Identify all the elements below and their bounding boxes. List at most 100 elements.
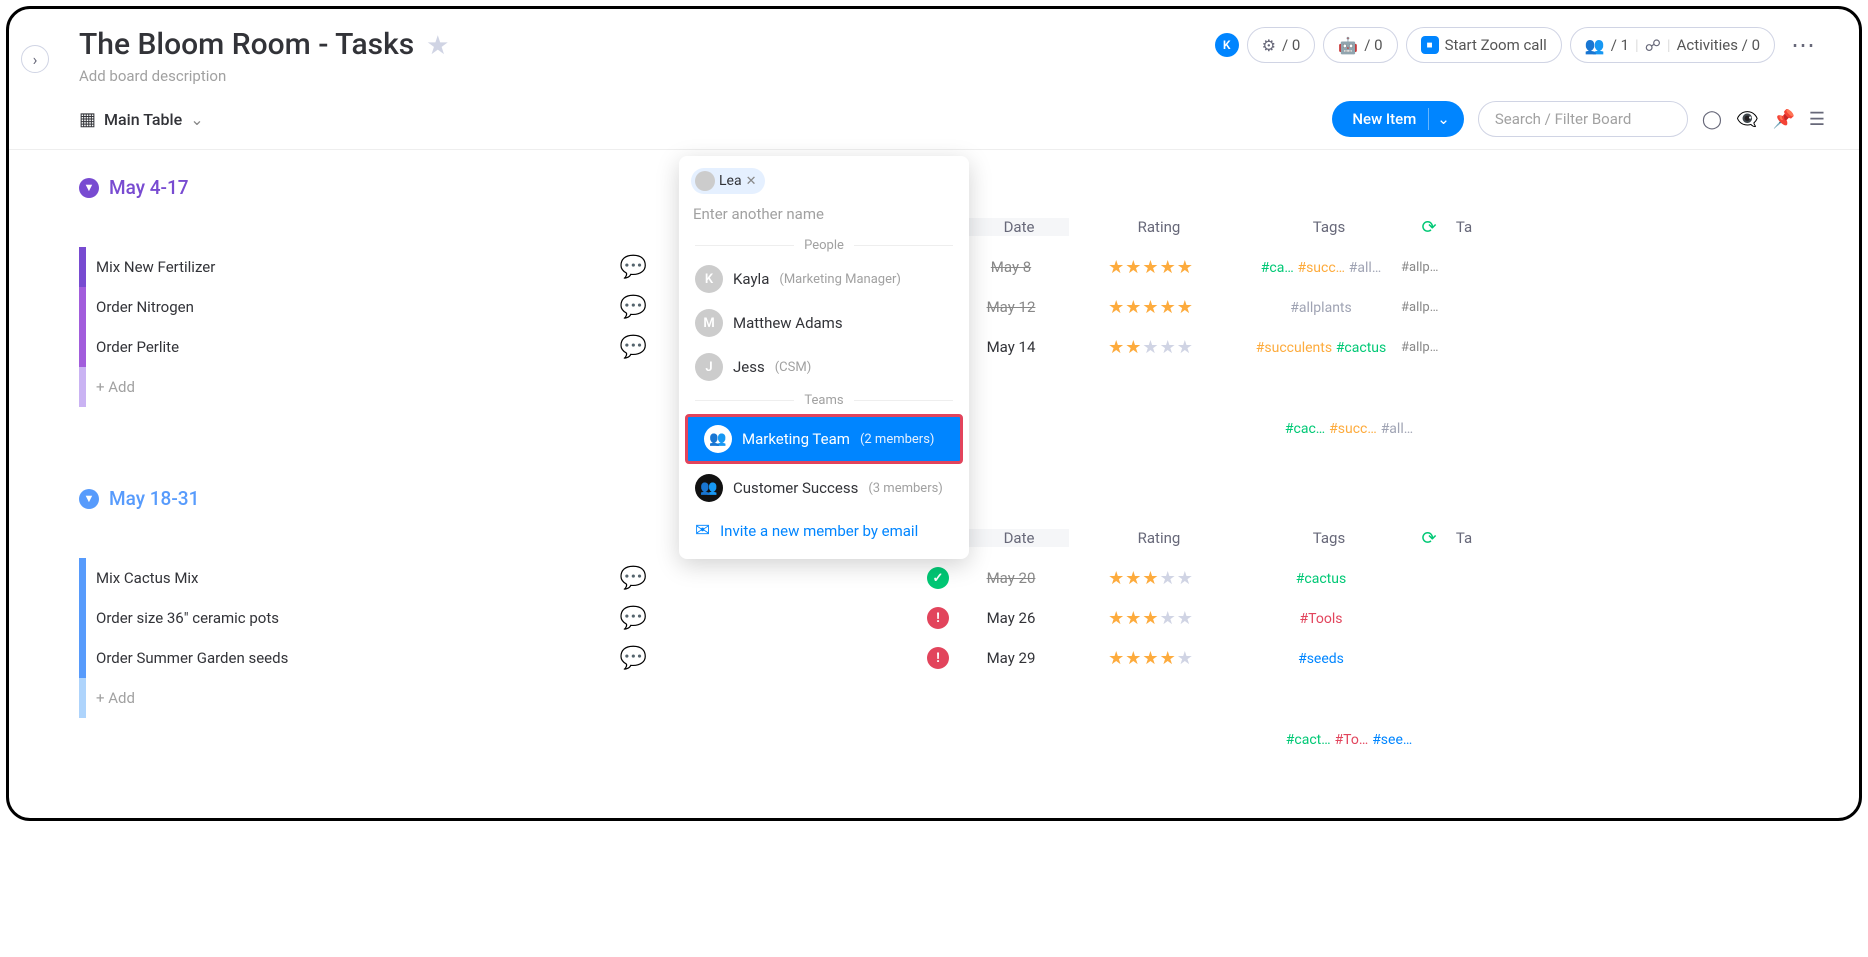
ta-cell[interactable]: #allp…	[1401, 300, 1441, 315]
item-name[interactable]: Order size 36" ceramic pots	[96, 609, 596, 627]
rating-cell[interactable]: ★★★★★	[1061, 608, 1241, 629]
col-rating[interactable]: Rating	[1069, 529, 1249, 547]
people-option[interactable]: JJess (CSM)	[679, 345, 969, 389]
col-date[interactable]: Date	[969, 529, 1069, 547]
tag[interactable]: #allplants	[1290, 300, 1351, 316]
ta-cell[interactable]: #allp…	[1401, 260, 1441, 275]
item-name[interactable]: Mix New Fertilizer	[96, 258, 596, 276]
tag[interactable]: #succ…	[1329, 421, 1377, 437]
rating-cell[interactable]: ★★★★★	[1061, 297, 1241, 318]
date-cell[interactable]: May 12	[961, 298, 1061, 316]
item-name[interactable]: Order Perlite	[96, 338, 596, 356]
tag[interactable]: #ca…	[1261, 260, 1294, 276]
date-cell[interactable]: May 8	[961, 258, 1061, 276]
favorite-star-icon[interactable]: ★	[426, 31, 449, 61]
tag[interactable]: #succ…	[1297, 260, 1345, 276]
tags-cell[interactable]: #succulents #cactus	[1241, 338, 1401, 356]
tag[interactable]: #all…	[1381, 421, 1413, 437]
col-ta[interactable]: Ta	[1449, 218, 1479, 236]
row-color-bar	[79, 598, 86, 638]
expand-handle[interactable]: ›	[21, 45, 49, 73]
col-sync-icon[interactable]: ⟳	[1409, 528, 1449, 549]
members-activity-pill[interactable]: 👥/ 1 | ☍ | Activities / 0	[1570, 27, 1775, 63]
tag[interactable]: #To…	[1335, 732, 1369, 748]
item-name[interactable]: Mix Cactus Mix	[96, 569, 596, 587]
table-row[interactable]: Mix Cactus Mix 💬 ✓ May 20 ★★★★★ #cactus	[79, 558, 1859, 598]
zoom-call-button[interactable]: ■Start Zoom call	[1406, 27, 1562, 63]
hide-icon[interactable]: 👁‍🗨	[1736, 109, 1758, 130]
tag[interactable]: #seeds	[1298, 651, 1344, 667]
rating-cell[interactable]: ★★★★★	[1061, 337, 1241, 358]
date-cell[interactable]: May 26	[961, 609, 1061, 627]
group-header[interactable]: ▼ May 4-17	[79, 176, 1859, 199]
collapse-icon[interactable]: ▼	[79, 489, 99, 509]
rating-cell[interactable]: ★★★★★	[1061, 648, 1241, 669]
tag[interactable]: #cactus	[1296, 571, 1346, 587]
chevron-down-icon[interactable]: ⌄	[1437, 110, 1458, 128]
item-name[interactable]: Order Summer Garden seeds	[96, 649, 596, 667]
tag[interactable]: #cactus	[1336, 340, 1386, 356]
filter-icon[interactable]: ☰	[1809, 109, 1825, 130]
tags-cell[interactable]: #cactus	[1241, 569, 1401, 587]
col-ta[interactable]: Ta	[1449, 529, 1479, 547]
board-description[interactable]: Add board description	[9, 67, 1859, 97]
tag[interactable]: #cact…	[1286, 732, 1331, 748]
col-tags[interactable]: Tags	[1249, 529, 1409, 547]
chat-icon[interactable]: 💬	[596, 606, 671, 631]
pin-icon[interactable]: 📌	[1772, 109, 1794, 130]
view-selector[interactable]: ▦ Main Table ⌄	[79, 109, 204, 130]
integrations-pill[interactable]: ⚙/ 0	[1247, 27, 1316, 63]
people-option[interactable]: KKayla (Marketing Manager)	[679, 257, 969, 301]
chat-icon[interactable]: 💬	[596, 335, 671, 360]
date-cell[interactable]: May 20	[961, 569, 1061, 587]
team-option[interactable]: 👥Marketing Team (2 members)	[685, 414, 963, 464]
people-option[interactable]: MMatthew Adams	[679, 301, 969, 345]
tag[interactable]: #cac…	[1285, 421, 1325, 437]
chat-icon[interactable]: 💬	[596, 566, 671, 591]
ta-cell[interactable]: #allp…	[1401, 340, 1441, 355]
board-member-avatar[interactable]: K	[1215, 33, 1239, 57]
search-input[interactable]: Search / Filter Board	[1478, 101, 1688, 137]
invite-member-link[interactable]: ✉Invite a new member by email	[679, 510, 969, 551]
item-name[interactable]: Order Nitrogen	[96, 298, 596, 316]
robot-icon: 🤖	[1338, 36, 1358, 55]
col-date[interactable]: Date	[969, 218, 1069, 236]
new-item-button[interactable]: New Item ⌄	[1332, 101, 1463, 137]
chat-icon[interactable]: 💬	[596, 646, 671, 671]
col-tags[interactable]: Tags	[1249, 218, 1409, 236]
board-menu-icon[interactable]: ⋯	[1783, 31, 1825, 59]
tag[interactable]: #all…	[1349, 260, 1381, 276]
people-search-input[interactable]	[691, 204, 957, 224]
add-item-row[interactable]: + Add	[79, 367, 1859, 407]
person-filter-icon[interactable]: ◯	[1702, 109, 1722, 130]
team-option[interactable]: 👥Customer Success (3 members)	[679, 466, 969, 510]
table-row[interactable]: Order Perlite 💬 ! May 14 ★★★★★ #succulen…	[79, 327, 1859, 367]
chat-icon[interactable]: 💬	[596, 295, 671, 320]
table-row[interactable]: Order Nitrogen 💬 ✓ May 12 ★★★★★ #allplan…	[79, 287, 1859, 327]
tags-cell[interactable]: #seeds	[1241, 649, 1401, 667]
chat-icon[interactable]: 💬	[596, 255, 671, 280]
tags-summary: #cact… #To… #see…	[1269, 729, 1429, 748]
automations-pill[interactable]: 🤖/ 0	[1323, 27, 1397, 63]
date-cell[interactable]: May 14	[961, 338, 1061, 356]
group-header[interactable]: ▼ May 18-31	[79, 487, 1859, 510]
date-cell[interactable]: May 29	[961, 649, 1061, 667]
collapse-icon[interactable]: ▼	[79, 178, 99, 198]
tags-cell[interactable]: #ca… #succ… #all…	[1241, 258, 1401, 276]
tag[interactable]: #Tools	[1300, 611, 1343, 627]
tags-cell[interactable]: #Tools	[1241, 609, 1401, 627]
table-row[interactable]: Order size 36" ceramic pots 💬 ! May 26 ★…	[79, 598, 1859, 638]
table-row[interactable]: Mix New Fertilizer 💬 ✓ May 8 ★★★★★ #ca… …	[79, 247, 1859, 287]
table-row[interactable]: Order Summer Garden seeds 💬 ! May 29 ★★★…	[79, 638, 1859, 678]
col-sync-icon[interactable]: ⟳	[1409, 217, 1449, 238]
tags-cell[interactable]: #allplants	[1241, 298, 1401, 316]
col-rating[interactable]: Rating	[1069, 218, 1249, 236]
remove-chip-icon[interactable]: ✕	[746, 174, 757, 189]
add-item-row[interactable]: + Add	[79, 678, 1859, 718]
rating-cell[interactable]: ★★★★★	[1061, 568, 1241, 589]
selected-person-chip[interactable]: Lea✕	[691, 168, 765, 194]
tag[interactable]: #succulents	[1256, 340, 1332, 356]
rating-cell[interactable]: ★★★★★	[1061, 257, 1241, 278]
tag[interactable]: #see…	[1372, 732, 1412, 748]
board-title[interactable]: The Bloom Room - Tasks	[79, 27, 414, 62]
